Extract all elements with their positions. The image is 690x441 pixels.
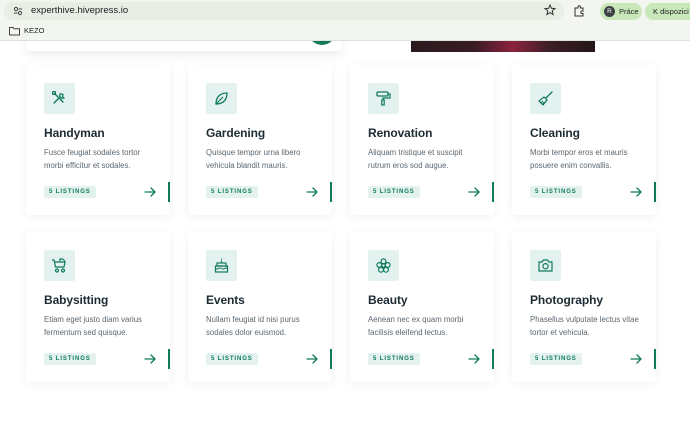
cake-icon xyxy=(214,258,229,273)
category-icon-box xyxy=(530,250,561,281)
category-title[interactable]: Cleaning xyxy=(530,126,580,140)
category-description: Fusce feugiat sodales tortor morbi effic… xyxy=(44,148,141,170)
arrow-right-icon[interactable] xyxy=(468,186,481,198)
category-description: Aenean nec ex quam morbi facilisis eleif… xyxy=(368,315,464,337)
leaf-icon xyxy=(215,92,228,105)
bookmark-folder-kezo[interactable]: KEZO xyxy=(24,25,44,37)
arrow-right-icon[interactable] xyxy=(144,353,157,365)
listings-count-badge: 5 LISTINGS xyxy=(530,353,582,365)
card-accent-bar xyxy=(330,349,332,369)
category-card-cleaning[interactable]: Cleaning Morbi tempor eros et mauris posu… xyxy=(512,65,656,215)
category-card-renovation[interactable]: Renovation Aliquam tristique et suscipit … xyxy=(350,65,494,215)
paint-roller-icon xyxy=(376,91,391,106)
category-title[interactable]: Gardening xyxy=(206,126,265,140)
listings-count-badge: 5 LISTINGS xyxy=(368,186,420,198)
category-description: Morbi tempor eros et mauris posuere enim… xyxy=(530,148,628,170)
profile-button[interactable]: R Práce xyxy=(600,3,642,20)
listings-count-badge: 5 LISTINGS xyxy=(206,186,258,198)
listings-count-badge: 5 LISTINGS xyxy=(368,353,420,365)
site-settings-icon[interactable] xyxy=(13,6,23,16)
category-title[interactable]: Handyman xyxy=(44,126,105,140)
category-card-photography[interactable]: Photography Phasellus vulputate lectus vi… xyxy=(512,232,656,382)
category-icon-box xyxy=(44,83,75,114)
category-title[interactable]: Beauty xyxy=(368,293,408,307)
bookmark-star-icon[interactable] xyxy=(544,4,556,16)
address-bar[interactable]: experthive.hivepress.io xyxy=(4,2,564,20)
listings-count-badge: 5 LISTINGS xyxy=(44,186,96,198)
arrow-right-icon[interactable] xyxy=(468,353,481,365)
category-title[interactable]: Renovation xyxy=(368,126,432,140)
card-accent-bar xyxy=(330,182,332,202)
card-accent-bar xyxy=(168,349,170,369)
category-description: Aliquam tristique et suscipit rutrum ero… xyxy=(368,148,463,170)
card-accent-bar xyxy=(654,182,656,202)
category-title[interactable]: Events xyxy=(206,293,245,307)
category-icon-box xyxy=(44,250,75,281)
listings-count-badge: 5 LISTINGS xyxy=(206,353,258,365)
folder-icon xyxy=(9,27,20,36)
category-icon-box xyxy=(368,83,399,114)
category-card-beauty[interactable]: Beauty Aenean nec ex quam morbi facilisis… xyxy=(350,232,494,382)
card-accent-bar xyxy=(654,349,656,369)
hero-image xyxy=(411,41,595,52)
category-description: Etiam eget justo diam varius fermentum s… xyxy=(44,315,142,337)
category-title[interactable]: Babysitting xyxy=(44,293,108,307)
search-panel xyxy=(26,41,342,51)
category-icon-box xyxy=(368,250,399,281)
update-notice-button[interactable]: K dispozici je xyxy=(645,3,690,20)
listings-count-badge: 5 LISTINGS xyxy=(530,186,582,198)
card-accent-bar xyxy=(492,182,494,202)
update-notice-label: K dispozici je xyxy=(653,7,690,16)
camera-icon xyxy=(538,259,553,272)
arrow-right-icon[interactable] xyxy=(630,186,643,198)
arrow-right-icon[interactable] xyxy=(306,353,319,365)
broom-icon xyxy=(538,91,553,106)
arrow-right-icon[interactable] xyxy=(144,186,157,198)
arrow-right-icon[interactable] xyxy=(306,186,319,198)
listings-count-badge: 5 LISTINGS xyxy=(44,353,96,365)
tools-icon xyxy=(52,91,66,104)
category-card-babysitting[interactable]: Babysitting Etiam eget justo diam varius … xyxy=(26,232,170,382)
category-description: Phasellus vulputate lectus vitae tortor … xyxy=(530,315,639,337)
category-card-gardening[interactable]: Gardening Quisque tempor urna libero vehi… xyxy=(188,65,332,215)
category-icon-box xyxy=(206,250,237,281)
flower-icon xyxy=(376,258,391,273)
page-content: Handyman Fusce feugiat sodales tortor mor… xyxy=(0,41,690,441)
bookmarks-bar: KEZO xyxy=(0,22,690,41)
category-icon-box xyxy=(206,83,237,114)
stroller-icon xyxy=(52,258,66,273)
category-card-handyman[interactable]: Handyman Fusce feugiat sodales tortor mor… xyxy=(26,65,170,215)
extensions-icon[interactable] xyxy=(573,5,585,17)
url-text[interactable]: experthive.hivepress.io xyxy=(31,4,128,18)
category-description: Quisque tempor urna libero vehicula blan… xyxy=(206,148,301,170)
card-accent-bar xyxy=(492,349,494,369)
arrow-right-icon[interactable] xyxy=(630,353,643,365)
category-title[interactable]: Photography xyxy=(530,293,603,307)
browser-toolbar: experthive.hivepress.io R Práce K dispoz… xyxy=(0,0,690,22)
avatar: R xyxy=(604,6,615,17)
category-icon-box xyxy=(530,83,561,114)
category-description: Nullam feugiat id nisi purus sodales dol… xyxy=(206,315,300,337)
card-accent-bar xyxy=(168,182,170,202)
profile-label: Práce xyxy=(619,7,639,16)
category-card-events[interactable]: Events Nullam feugiat id nisi purus sodal… xyxy=(188,232,332,382)
